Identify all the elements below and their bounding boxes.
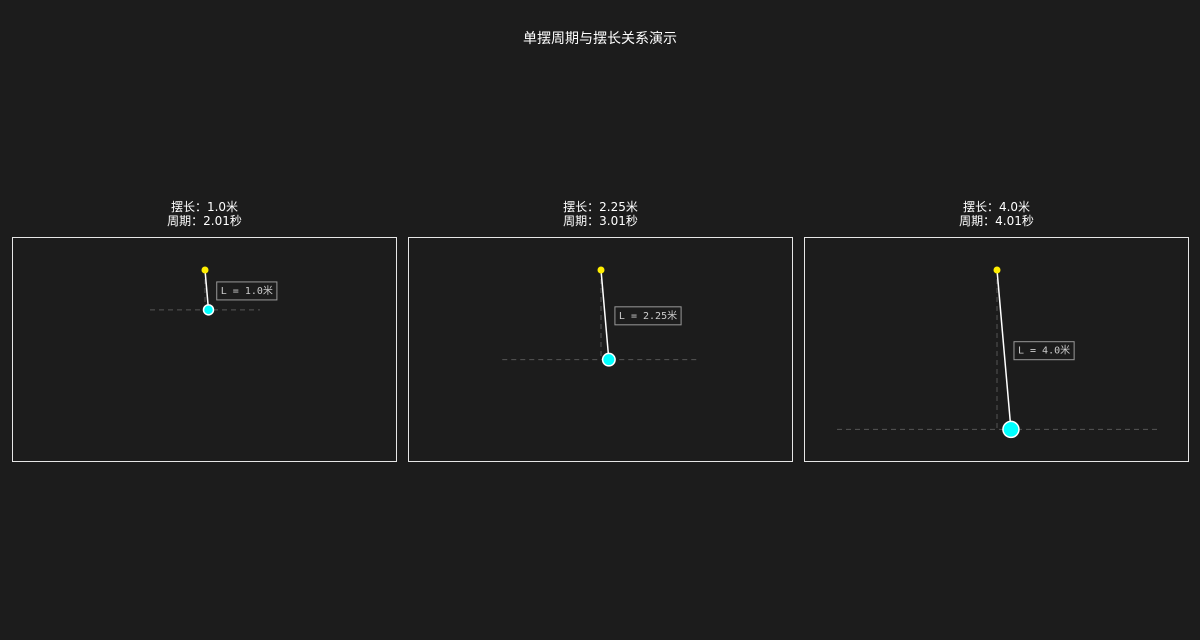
panel-1-pendulum-diagram: L = 1.0米 <box>150 266 278 316</box>
panel-1-rod <box>204 269 210 310</box>
panel-1-length-label: L = 1.0米 <box>221 284 273 297</box>
panel-3-bob <box>1002 420 1020 439</box>
panel-3-period-text: 周期：4.01秒 <box>959 214 1034 228</box>
panel-1-bob <box>202 304 215 316</box>
pendulum-demo-page: 单摆周期与摆长关系演示 摆长：1.0米 周期：2.01秒 L = 1.0米 摆长… <box>0 0 1200 640</box>
panel-1-pivot <box>201 266 209 274</box>
panel-1-heading: 摆长：1.0米 周期：2.01秒 <box>12 200 397 228</box>
panel-1-frame: L = 1.0米 <box>12 237 397 462</box>
panel-1-length-text: 摆长：1.0米 <box>170 200 239 214</box>
panel-2-frame: L = 2.25米 <box>408 237 793 462</box>
page-title: 单摆周期与摆长关系演示 <box>523 31 677 47</box>
panel-3-rod <box>996 269 1012 430</box>
panel-3-pendulum-diagram: L = 4.0米 <box>837 266 1157 439</box>
panel-1-period-text: 周期：2.01秒 <box>167 214 242 228</box>
panel-2-length-label: L = 2.25米 <box>619 309 677 322</box>
panel-2-pendulum-diagram: L = 2.25米 <box>502 266 700 367</box>
panel-2-bob <box>601 352 616 367</box>
panel-3-frame: L = 4.0米 <box>804 237 1189 462</box>
panel-3-length-label: L = 4.0米 <box>1018 344 1070 357</box>
panel-3-length-text: 摆长：4.0米 <box>962 200 1031 214</box>
panel-3-heading: 摆长：4.0米 周期：4.01秒 <box>804 200 1189 228</box>
panel-3-pivot <box>993 266 1001 274</box>
panel-2-heading: 摆长：2.25米 周期：3.01秒 <box>408 200 793 228</box>
panel-2-rod <box>600 269 610 360</box>
panel-2-length-text: 摆长：2.25米 <box>563 200 638 214</box>
panel-2-pivot <box>597 266 605 274</box>
panel-2-period-text: 周期：3.01秒 <box>563 214 638 228</box>
